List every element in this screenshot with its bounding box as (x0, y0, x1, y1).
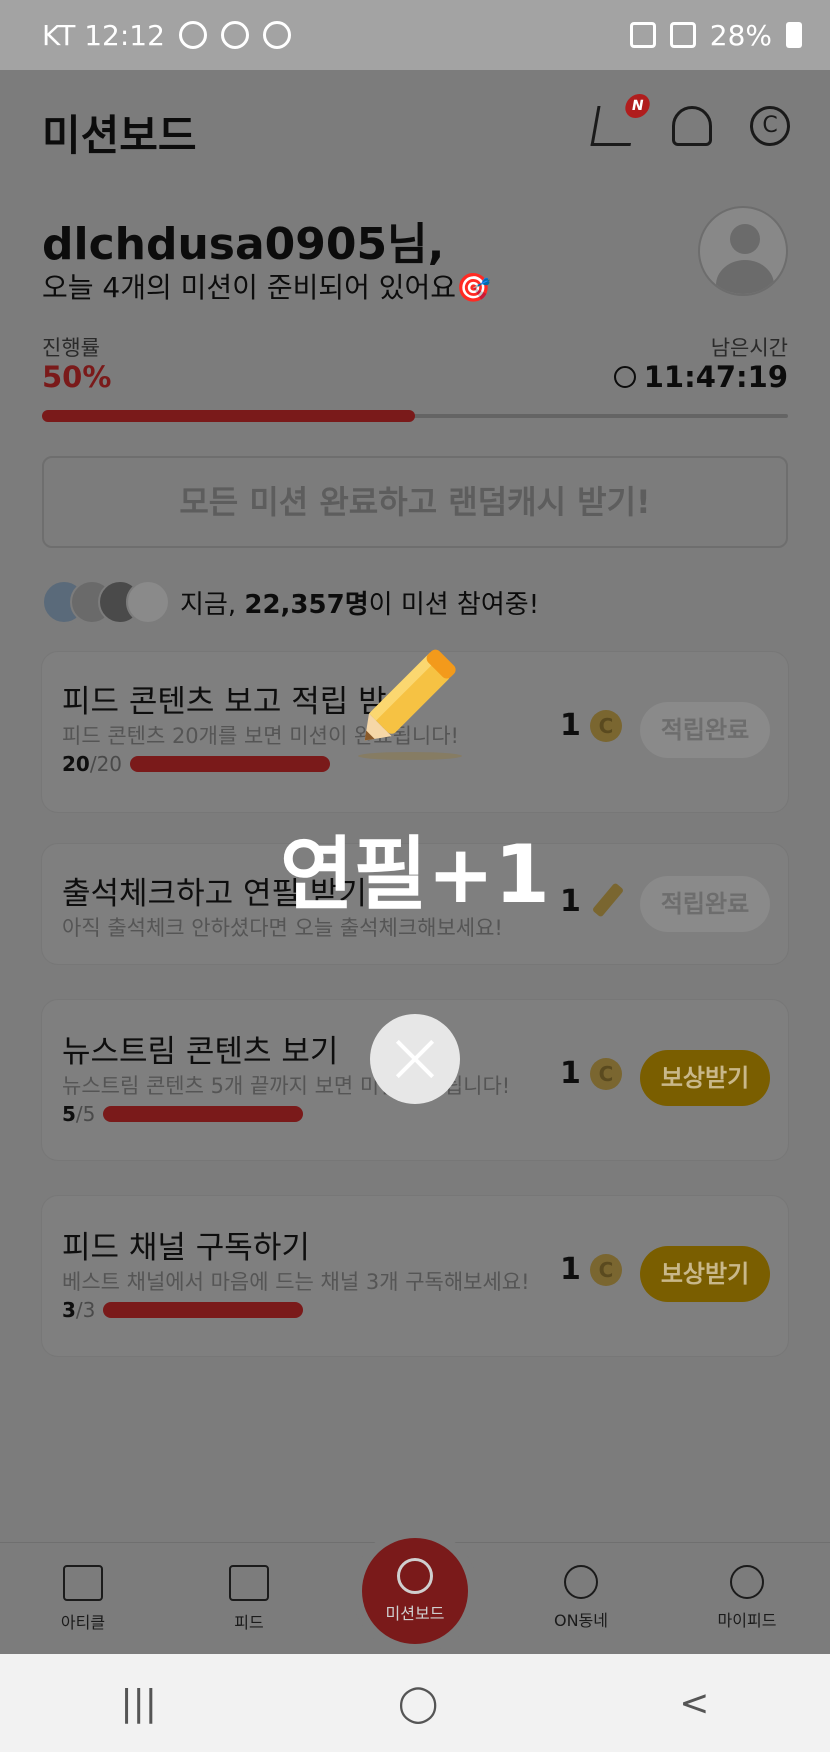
nav-feed[interactable]: 피드 (166, 1543, 332, 1654)
battery-percent: 28% (709, 18, 772, 52)
mission-title: 뉴스트림 콘텐츠 보기 (62, 1034, 339, 1070)
time-left: 11:47:19 (613, 360, 788, 394)
notification-icon (220, 21, 249, 49)
participants-row: 지금, 22,357명이 미션 참여중! (42, 580, 539, 624)
cash-icon[interactable]: C (750, 106, 790, 146)
mission-progress: 20/20 (62, 752, 331, 776)
reward-amount: 1 (560, 1252, 581, 1287)
article-icon (63, 1565, 103, 1601)
participants-text: 지금, 22,357명이 미션 참여중! (180, 584, 539, 621)
nav-on-dongne-label: ON동네 (553, 1611, 608, 1630)
participants-suffix: 이 미션 참여중! (368, 589, 540, 620)
header-actions: N C (590, 94, 790, 146)
mission-done: 20 (62, 752, 90, 776)
close-icon[interactable] (370, 1014, 460, 1104)
carrier-time: KT 12:12 (42, 18, 165, 52)
mission-done: 5 (62, 1102, 76, 1126)
mission-card[interactable]: 피드 채널 구독하기 베스트 채널에서 마음에 드는 채널 3개 구독해보세요!… (42, 1196, 788, 1356)
nav-my-feed-label: 마이피드 (717, 1611, 777, 1630)
progress-value: 50% (42, 360, 112, 394)
time-left-label: 남은시간 (710, 336, 788, 360)
participants-prefix: 지금, (180, 589, 245, 620)
back-button[interactable]: < (679, 1683, 709, 1724)
status-bar: KT 12:12 28% (0, 0, 830, 70)
mission-progress: 5/5 (62, 1102, 304, 1126)
notification-icon (178, 21, 207, 49)
avatar-body (716, 260, 774, 294)
participant-avatars (42, 580, 170, 624)
user-greeting: dlchdusa0905님, (42, 219, 445, 270)
nav-feed-label: 피드 (234, 1613, 264, 1632)
person-icon (730, 1565, 764, 1599)
cart-icon[interactable]: N (590, 94, 652, 146)
nav-mission-board[interactable]: 미션보드 (362, 1538, 468, 1644)
mission-done: 3 (62, 1298, 76, 1322)
battery-icon (786, 22, 802, 48)
pencil-icon (358, 649, 462, 760)
system-nav-bar: ||| ◯ < (0, 1654, 830, 1752)
new-badge: N (623, 94, 652, 118)
mission-title: 피드 채널 구독하기 (62, 1230, 310, 1266)
home-button[interactable]: ◯ (398, 1683, 438, 1724)
progress-bar (42, 410, 788, 422)
recent-apps-button[interactable]: ||| (121, 1683, 157, 1724)
coin-icon: C (590, 1058, 622, 1090)
complete-all-button[interactable]: 모든 미션 완료하고 랜덤캐시 받기! (42, 456, 788, 548)
target-icon (397, 1558, 433, 1594)
participant-avatar (126, 580, 170, 624)
mission-progress-bar (130, 756, 331, 772)
wifi-icon (669, 22, 696, 48)
mission-progress: 3/3 (62, 1298, 304, 1322)
mission-count-text: 오늘 4개의 미션이 준비되어 있어요🎯 (42, 271, 491, 304)
clock-icon (613, 366, 636, 388)
mission-title: 피드 콘텐츠 보고 적립 받 (62, 684, 387, 720)
reward-amount: 1 (560, 708, 581, 743)
location-pin-icon (564, 1565, 598, 1599)
reward-amount: 1 (560, 1056, 581, 1091)
mission-progress-bar (103, 1106, 304, 1122)
progress-label: 진행률 (42, 336, 100, 360)
mission-desc: 베스트 채널에서 마음에 드는 채널 3개 구독해보세요! (62, 1270, 530, 1294)
participants-count: 22,357명 (244, 589, 369, 620)
nav-article-label: 아티클 (60, 1613, 106, 1632)
nav-article[interactable]: 아티클 (0, 1543, 166, 1654)
nav-on-dongne[interactable]: ON동네 (498, 1543, 664, 1654)
mission-total: /3 (75, 1298, 96, 1322)
coin-icon: C (590, 1254, 622, 1286)
progress-bar-fill (42, 410, 415, 422)
claim-reward-button[interactable]: 보상받기 (640, 1246, 770, 1302)
claim-reward-button[interactable]: 보상받기 (640, 1050, 770, 1106)
notification-icon (262, 21, 291, 49)
nav-my-feed[interactable]: 마이피드 (664, 1543, 830, 1654)
avatar[interactable] (698, 206, 788, 296)
page-title: 미션보드 (42, 111, 197, 160)
time-left-value: 11:47:19 (643, 360, 788, 394)
claimed-button[interactable]: 적립완료 (640, 702, 770, 758)
feed-icon (229, 1565, 269, 1601)
coin-icon: C (590, 710, 622, 742)
reward-popup-text: 연필+1 (280, 828, 550, 921)
alarm-icon (629, 22, 656, 48)
avatar-head (730, 224, 760, 254)
mission-board-page: 미션보드 N C dlchdusa0905님, 오늘 4개의 미션이 준비되어 … (0, 70, 830, 1542)
nav-mission-label: 미션보드 (385, 1604, 445, 1623)
mission-total: /20 (89, 752, 123, 776)
add-friend-icon[interactable] (672, 106, 712, 146)
mission-total: /5 (75, 1102, 96, 1126)
mission-progress-bar (103, 1302, 304, 1318)
